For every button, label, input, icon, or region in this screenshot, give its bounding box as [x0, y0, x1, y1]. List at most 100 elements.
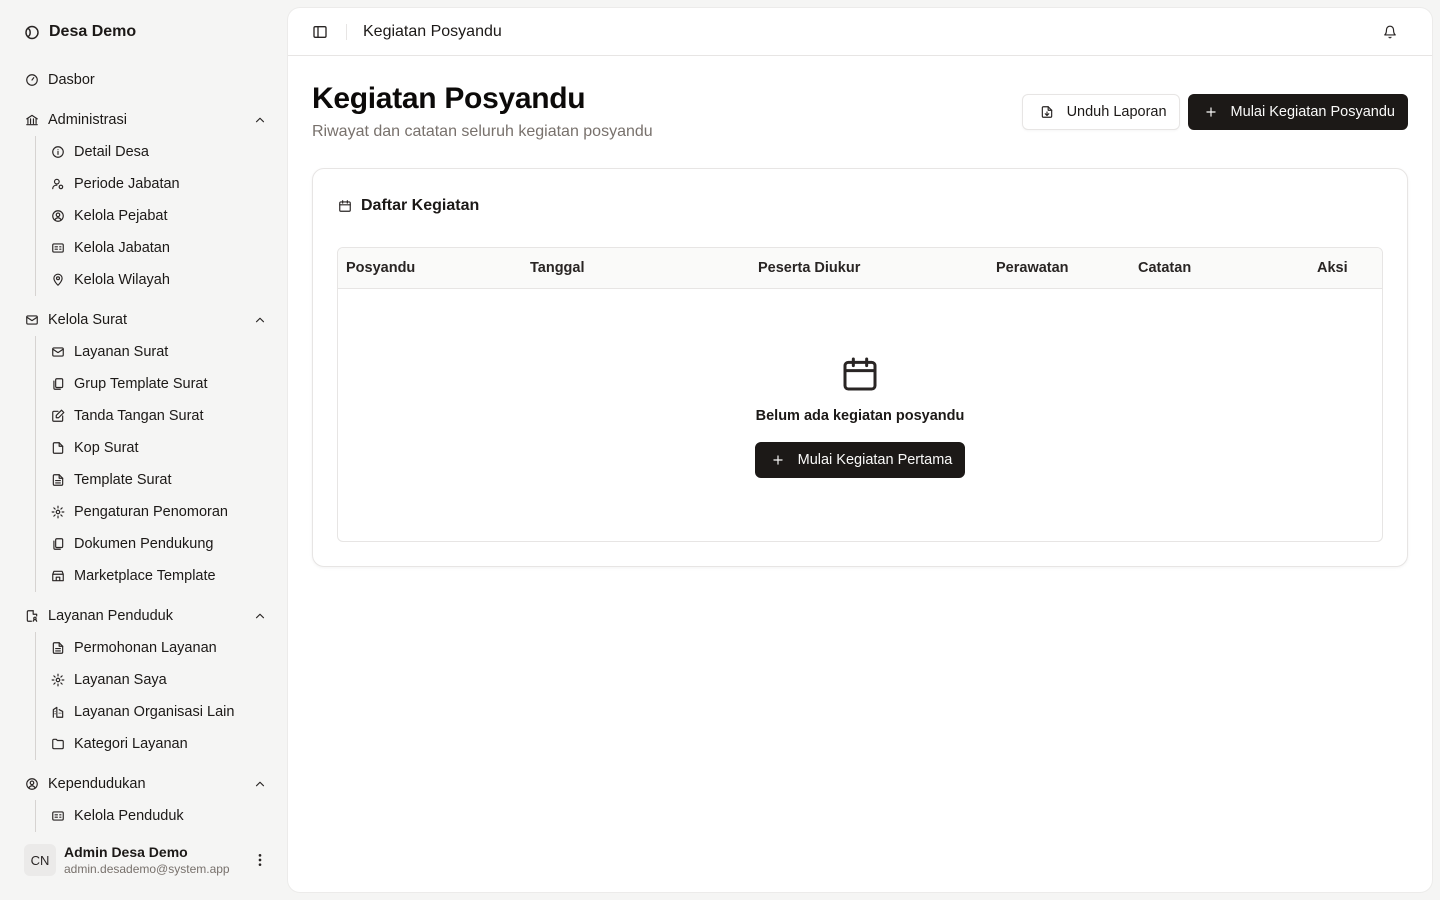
sidebar-item-periode-jabatan[interactable]: Periode Jabatan — [50, 168, 268, 200]
sidebar-item-layanan-saya[interactable]: Layanan Saya — [50, 664, 268, 696]
column-header-peserta-diukur[interactable]: Peserta Diukur — [758, 260, 860, 276]
sidebar-item-kategori-layanan[interactable]: Kategori Layanan — [50, 728, 268, 760]
nav-group-header-kelola-surat[interactable]: Kelola Surat — [24, 304, 268, 336]
file-icon — [50, 440, 66, 456]
avatar: CN — [24, 844, 56, 876]
sidebar-item-marketplace-template[interactable]: Marketplace Template — [50, 560, 268, 592]
sidebar-item-layanan-organisasi-lain[interactable]: Layanan Organisasi Lain — [50, 696, 268, 728]
file-text-icon — [50, 640, 66, 656]
user-clock-icon — [50, 176, 66, 192]
nav-group-kependudukan: Kependudukan Kelola Penduduk — [24, 768, 268, 832]
sidebar-item-kelola-jabatan[interactable]: Kelola Jabatan — [50, 232, 268, 264]
nav-group-kelola-surat: Kelola Surat Layanan Surat Grup Template… — [24, 304, 268, 592]
sidebar-toggle-icon[interactable] — [312, 24, 328, 40]
user-name: Admin Desa Demo — [64, 843, 188, 860]
start-activity-button[interactable]: Mulai Kegiatan Posyandu — [1187, 94, 1408, 130]
nav-group-administrasi: Administrasi Detail Desa Periode Jabatan… — [24, 104, 268, 296]
plus-icon — [1203, 104, 1219, 120]
files-icon — [50, 536, 66, 552]
sidebar-item-layanan-surat[interactable]: Layanan Surat — [50, 336, 268, 368]
start-first-activity-button[interactable]: Mulai Kegiatan Pertama — [754, 442, 966, 478]
sidebar-item-kelola-penduduk[interactable]: Kelola Penduduk — [50, 800, 268, 832]
nav-subitems: Layanan Surat Grup Template Surat Tanda … — [35, 336, 268, 592]
sidebar-item-label: Dokumen Pendukung — [74, 536, 214, 552]
button-label: Mulai Kegiatan Pertama — [797, 452, 953, 468]
more-vertical-icon[interactable] — [252, 852, 268, 868]
sidebar-item-grup-template-surat[interactable]: Grup Template Surat — [50, 368, 268, 400]
sidebar-item-pengaturan-penomoran[interactable]: Pengaturan Penomoran — [50, 496, 268, 528]
nav-group-label: Kelola Surat — [48, 312, 127, 328]
sidebar-item-label: Detail Desa — [74, 144, 149, 160]
activity-table: Posyandu Tanggal Peserta Diukur Perawata… — [337, 247, 1383, 542]
bell-icon[interactable] — [1382, 24, 1398, 40]
sidebar-item-label: Kelola Wilayah — [74, 272, 170, 288]
building-icon — [50, 704, 66, 720]
download-report-button[interactable]: Unduh Laporan — [1021, 94, 1180, 130]
brand[interactable]: Desa Demo — [24, 22, 136, 42]
chevron-up-icon[interactable] — [252, 776, 268, 792]
nav-group-header-layanan-penduduk[interactable]: Layanan Penduduk — [24, 600, 268, 632]
sidebar-item-label: Kelola Jabatan — [74, 240, 170, 256]
nav-subitems: Kelola Penduduk — [35, 800, 268, 832]
sidebar-item-label: Dasbor — [48, 72, 95, 88]
chevron-up-icon[interactable] — [252, 312, 268, 328]
sidebar-item-kop-surat[interactable]: Kop Surat — [50, 432, 268, 464]
settings-icon — [50, 672, 66, 688]
sidebar-item-template-surat[interactable]: Template Surat — [50, 464, 268, 496]
nav-group-header-kependudukan[interactable]: Kependudukan — [24, 768, 268, 800]
nav-subitems: Detail Desa Periode Jabatan Kelola Pejab… — [35, 136, 268, 296]
sidebar-item-tanda-tangan-surat[interactable]: Tanda Tangan Surat — [50, 400, 268, 432]
sidebar-item-permohonan-layanan[interactable]: Permohonan Layanan — [50, 632, 268, 664]
main-panel: Kegiatan Posyandu Kegiatan Posyandu Riwa… — [288, 8, 1432, 892]
user-info: Admin Desa Demo admin.desademo@system.ap… — [64, 844, 252, 877]
user-circle-icon — [50, 208, 66, 224]
landmark-icon — [24, 112, 40, 128]
id-card-icon — [50, 240, 66, 256]
sidebar-item-label: Pengaturan Penomoran — [74, 504, 228, 520]
nav-group-header-administrasi[interactable]: Administrasi — [24, 104, 268, 136]
sidebar-item-detail-desa[interactable]: Detail Desa — [50, 136, 268, 168]
column-header-perawatan[interactable]: Perawatan — [996, 260, 1069, 276]
chevron-up-icon[interactable] — [252, 608, 268, 624]
sidebar-item-label: Layanan Organisasi Lain — [74, 704, 235, 720]
gauge-icon — [24, 72, 40, 88]
sidebar-item-kelola-pejabat[interactable]: Kelola Pejabat — [50, 200, 268, 232]
page-title: Kegiatan Posyandu — [312, 82, 586, 115]
pen-square-icon — [50, 408, 66, 424]
chevron-up-icon[interactable] — [252, 112, 268, 128]
page-subtitle: Riwayat dan catatan seluruh kegiatan pos… — [312, 123, 653, 140]
sidebar-item-dasbor[interactable]: Dasbor — [24, 64, 268, 96]
sidebar-item-dokumen-pendukung[interactable]: Dokumen Pendukung — [50, 528, 268, 560]
nav-subitems: Permohonan Layanan Layanan Saya Layanan … — [35, 632, 268, 760]
sidebar-item-kelola-wilayah[interactable]: Kelola Wilayah — [50, 264, 268, 296]
button-label: Unduh Laporan — [1066, 104, 1167, 120]
user-email: admin.desademo@system.app — [64, 861, 230, 876]
page-actions: Unduh Laporan Mulai Kegiatan Posyandu — [1021, 94, 1408, 130]
sidebar-item-label: Permohonan Layanan — [74, 640, 217, 656]
file-download-icon — [1039, 104, 1055, 120]
button-label: Mulai Kegiatan Posyandu — [1230, 104, 1395, 120]
file-text-icon — [50, 472, 66, 488]
globe-icon — [24, 24, 40, 40]
sidebar: Desa Demo Dasbor Administrasi Detail Des… — [0, 0, 288, 900]
sidebar-item-label: Grup Template Surat — [74, 376, 208, 392]
user-menu[interactable]: CN Admin Desa Demo admin.desademo@system… — [24, 840, 268, 880]
mail-icon — [50, 344, 66, 360]
card-title: Daftar Kegiatan — [361, 197, 480, 214]
sidebar-item-label: Marketplace Template — [74, 568, 216, 584]
sidebar-item-label: Tanda Tangan Surat — [74, 408, 204, 424]
info-icon — [50, 144, 66, 160]
breadcrumb: Kegiatan Posyandu — [363, 22, 502, 40]
nav-group-label: Kependudukan — [48, 776, 146, 792]
sidebar-item-label: Periode Jabatan — [74, 176, 180, 192]
calendar-icon — [337, 198, 353, 214]
user-circle-icon — [24, 776, 40, 792]
topbar: Kegiatan Posyandu — [288, 8, 1432, 56]
map-pin-icon — [50, 272, 66, 288]
file-user-icon — [24, 608, 40, 624]
id-card-icon — [50, 808, 66, 824]
column-header-tanggal[interactable]: Tanggal — [530, 260, 585, 276]
column-header-posyandu[interactable]: Posyandu — [346, 260, 415, 276]
sidebar-nav: Dasbor Administrasi Detail Desa Periode … — [24, 64, 268, 840]
column-header-catatan[interactable]: Catatan — [1138, 260, 1191, 276]
